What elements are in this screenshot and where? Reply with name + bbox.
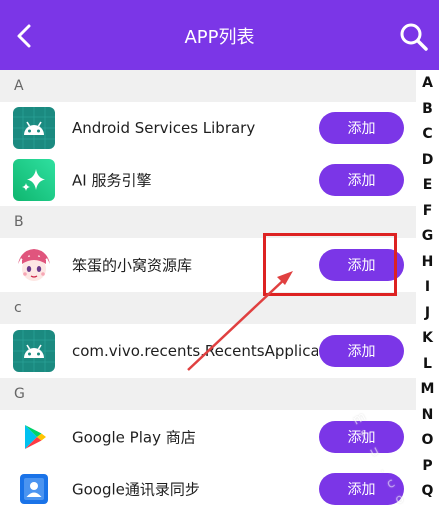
alphabet-index-letter[interactable]: J <box>416 305 439 321</box>
app-name: Google通讯录同步 <box>72 480 200 499</box>
app-name: com.vivo.recents.RecentsApplication <box>72 342 318 360</box>
add-button[interactable]: 添加 <box>319 112 404 144</box>
android-app-icon <box>13 330 55 372</box>
highlight-box <box>263 233 397 296</box>
app-name: Android Services Library <box>72 119 256 137</box>
alphabet-index-letter[interactable]: M <box>416 381 439 397</box>
section-header-a: A <box>0 70 416 102</box>
section-header-g: G <box>0 378 416 410</box>
page-title: APP列表 <box>184 27 255 48</box>
app-name: AI 服务引擎 <box>72 171 152 190</box>
add-button[interactable]: 添加 <box>319 164 404 196</box>
add-button[interactable]: 添加 <box>319 335 404 367</box>
alphabet-index-letter[interactable]: O <box>416 432 439 448</box>
ai-sparkle-app-icon <box>13 159 55 201</box>
alphabet-index-letter[interactable]: H <box>416 254 439 270</box>
contacts-sync-icon <box>13 468 55 507</box>
search-icon[interactable] <box>399 22 429 52</box>
add-button[interactable]: 添加 <box>319 473 404 505</box>
android-app-icon <box>13 107 55 149</box>
alphabet-index-letter[interactable]: E <box>416 177 439 193</box>
app-list-screen: APP列表 A Android Services Library 添加 AI 服… <box>0 0 439 507</box>
top-bar: APP列表 <box>0 0 439 70</box>
anime-avatar-app-icon <box>13 244 55 286</box>
list-item[interactable]: Android Services Library 添加 <box>0 102 416 154</box>
list-item[interactable]: Google通讯录同步 添加 <box>0 464 416 507</box>
alphabet-index-letter[interactable]: K <box>416 330 439 346</box>
alphabet-index[interactable]: ABCDEFGHIJKLMNOPQ <box>416 70 439 507</box>
google-play-icon <box>13 416 55 458</box>
alphabet-index-letter[interactable]: N <box>416 407 439 423</box>
alphabet-index-letter[interactable]: P <box>416 458 439 474</box>
list-item[interactable]: AI 服务引擎 添加 <box>0 154 416 206</box>
alphabet-index-letter[interactable]: L <box>416 356 439 372</box>
alphabet-index-letter[interactable]: D <box>416 152 439 168</box>
alphabet-index-letter[interactable]: C <box>416 126 439 142</box>
alphabet-index-letter[interactable]: Q <box>416 483 439 499</box>
alphabet-index-letter[interactable]: B <box>416 101 439 117</box>
list-item[interactable]: Google Play 商店 添加 <box>0 410 416 464</box>
alphabet-index-letter[interactable]: F <box>416 203 439 219</box>
app-name: Google Play 商店 <box>72 428 196 447</box>
add-button[interactable]: 添加 <box>319 421 404 453</box>
section-header-c: c <box>0 292 416 324</box>
alphabet-index-letter[interactable]: A <box>416 75 439 91</box>
alphabet-index-letter[interactable]: I <box>416 279 439 295</box>
alphabet-index-letter[interactable]: G <box>416 228 439 244</box>
list-item[interactable]: com.vivo.recents.RecentsApplication 添加 <box>0 324 416 378</box>
